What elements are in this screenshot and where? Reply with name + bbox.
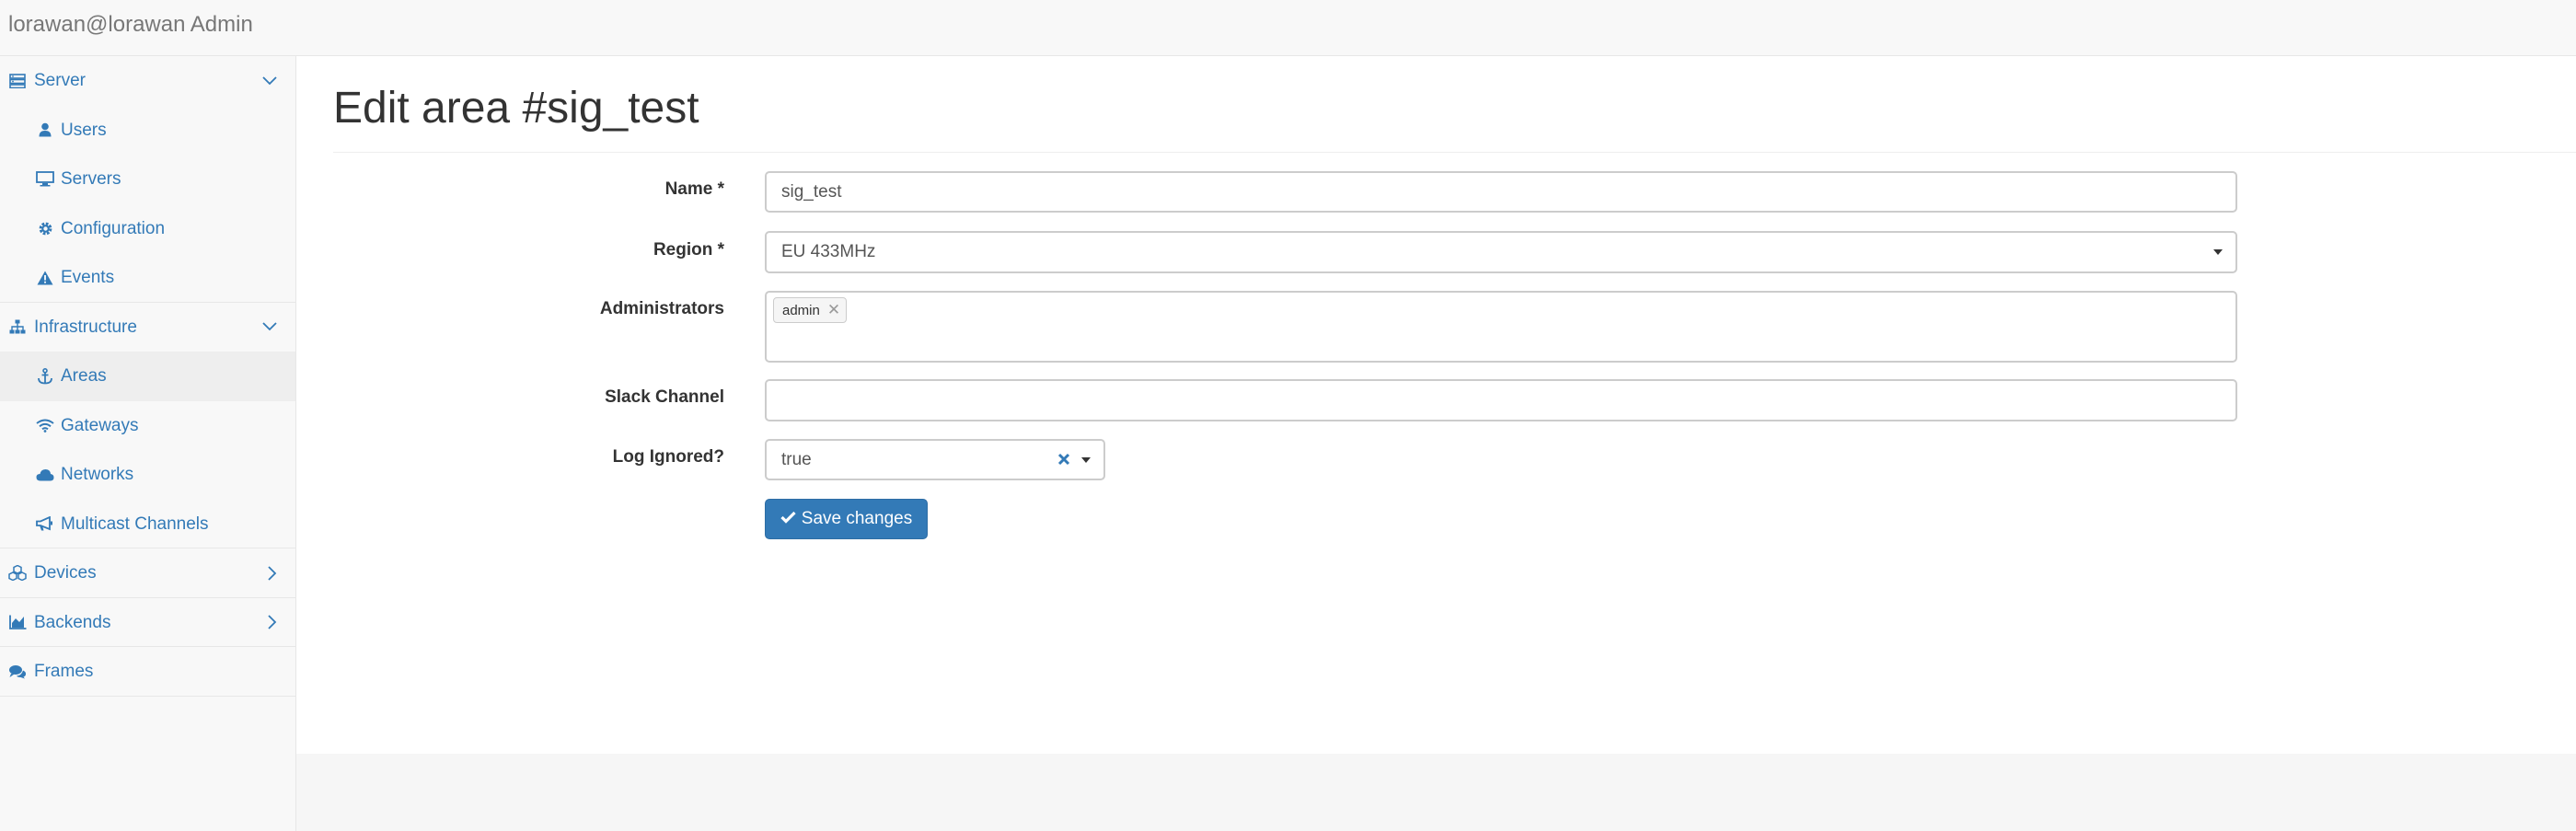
administrators-multiselect[interactable]: admin ✕ bbox=[765, 291, 2237, 363]
name-input[interactable]: sig_test bbox=[765, 171, 2237, 213]
sidebar-group-devices[interactable]: Devices bbox=[0, 548, 295, 598]
clear-icon[interactable] bbox=[1057, 451, 1070, 471]
slack-channel-label: Slack Channel bbox=[605, 387, 724, 407]
check-icon bbox=[780, 509, 796, 529]
sidebar-item-label: Events bbox=[61, 268, 115, 287]
sidebar-item-label: Servers bbox=[61, 169, 121, 189]
warning-icon bbox=[35, 253, 55, 302]
administrators-label: Administrators bbox=[599, 299, 724, 318]
sidebar-group-label: Infrastructure bbox=[34, 317, 137, 337]
sidebar-item-events[interactable]: Events bbox=[0, 253, 295, 303]
chevron-down-icon bbox=[262, 56, 277, 105]
sidebar-item-label: Configuration bbox=[61, 218, 166, 238]
sidebar-group-label: Server bbox=[34, 71, 86, 90]
sidebar-group-backends[interactable]: Backends bbox=[0, 598, 295, 647]
cloud-icon bbox=[35, 450, 55, 499]
sidebar-item-gateways[interactable]: Gateways bbox=[0, 401, 295, 451]
admin-tag: admin ✕ bbox=[773, 297, 848, 323]
chevron-right-icon bbox=[268, 598, 277, 647]
tag-label: admin bbox=[782, 302, 820, 318]
sidebar-group-infrastructure[interactable]: Infrastructure bbox=[0, 303, 295, 352]
sidebar-item-label: Users bbox=[61, 120, 107, 140]
sidebar-group-label: Devices bbox=[34, 563, 97, 583]
sidebar-item-label: Multicast Channels bbox=[61, 514, 209, 534]
sidebar-item-servers[interactable]: Servers bbox=[0, 155, 295, 204]
sidebar-group-label: Backends bbox=[34, 612, 111, 632]
bullhorn-icon bbox=[35, 500, 55, 548]
comments-icon bbox=[7, 647, 28, 696]
title-divider bbox=[333, 152, 2576, 153]
page-title: Edit area #sig_test bbox=[333, 84, 699, 133]
region-select-value: EU 433MHz bbox=[781, 242, 876, 261]
area-chart-icon bbox=[7, 598, 28, 647]
remove-tag-icon[interactable]: ✕ bbox=[827, 301, 840, 319]
chevron-down-icon bbox=[262, 303, 277, 352]
sidebar-group-server[interactable]: Server bbox=[0, 56, 295, 106]
top-navbar: lorawan@lorawan Admin bbox=[0, 0, 2576, 56]
log-ignored-value: true bbox=[781, 449, 812, 469]
main-content: Edit area #sig_test Name * sig_test Regi… bbox=[296, 56, 2576, 754]
user-icon bbox=[35, 106, 55, 155]
log-ignored-label: Log Ignored? bbox=[612, 447, 724, 467]
sidebar-item-label: Networks bbox=[61, 465, 134, 484]
wifi-icon bbox=[35, 401, 55, 450]
sidebar-item-users[interactable]: Users bbox=[0, 106, 295, 156]
sidebar-item-multicast-channels[interactable]: Multicast Channels bbox=[0, 500, 295, 548]
sidebar-item-networks[interactable]: Networks bbox=[0, 450, 295, 500]
sidebar-item-configuration[interactable]: Configuration bbox=[0, 204, 295, 254]
region-label: Region * bbox=[653, 240, 724, 260]
sidebar-group-label: Frames bbox=[34, 662, 94, 681]
region-select[interactable]: EU 433MHz bbox=[765, 231, 2237, 273]
name-input-value: sig_test bbox=[781, 181, 842, 202]
cubes-icon bbox=[7, 548, 28, 597]
save-button[interactable]: Save changes bbox=[765, 499, 928, 539]
caret-down-icon bbox=[2213, 249, 2223, 255]
anchor-icon bbox=[35, 352, 55, 400]
server-icon bbox=[7, 56, 28, 105]
sidebar: Server Users Servers Configuration Event… bbox=[0, 56, 296, 831]
chevron-right-icon bbox=[268, 548, 277, 597]
slack-channel-input[interactable] bbox=[765, 379, 2237, 421]
monitor-icon bbox=[35, 155, 55, 203]
sidebar-item-areas[interactable]: Areas bbox=[0, 352, 295, 401]
sidebar-item-label: Areas bbox=[61, 366, 107, 386]
gear-icon bbox=[35, 204, 55, 253]
sitemap-icon bbox=[7, 303, 28, 352]
caret-down-icon bbox=[1081, 457, 1091, 463]
name-label: Name * bbox=[664, 179, 724, 199]
save-button-label: Save changes bbox=[801, 509, 913, 528]
log-ignored-select[interactable]: true bbox=[765, 439, 1105, 480]
sidebar-group-frames[interactable]: Frames bbox=[0, 647, 295, 697]
brand-title[interactable]: lorawan@lorawan Admin bbox=[8, 11, 253, 39]
sidebar-item-label: Gateways bbox=[61, 415, 139, 435]
